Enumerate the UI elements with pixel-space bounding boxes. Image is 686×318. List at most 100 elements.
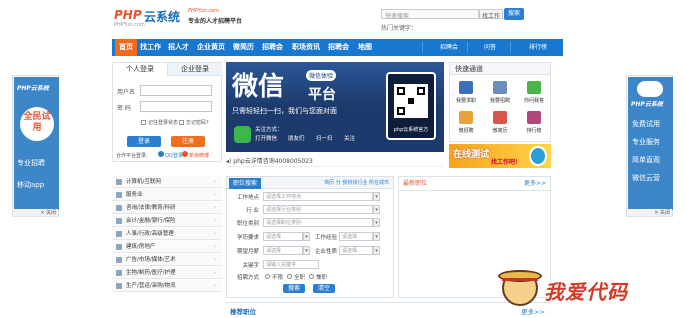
category-item[interactable]: 广告/市场/媒体/艺术 › [112, 254, 222, 266]
experience-select[interactable]: 请选择 [339, 232, 373, 241]
category-item[interactable]: 服务业 › [112, 189, 222, 201]
left-ad-trial-badge: 全民试用 [20, 107, 54, 141]
tab-job-search[interactable]: 职位搜索 [229, 178, 262, 189]
chevron-right-icon: › [213, 231, 216, 237]
latest-jobs-more-link[interactable]: 更多>> [524, 177, 546, 191]
left-side-ad[interactable]: PHP云系统 全民试用 专业招聘 移动app × 关闭 [12, 75, 59, 217]
remember-checkbox[interactable] [141, 120, 146, 125]
express-item[interactable]: 微简历 [485, 127, 515, 134]
qq-login-link[interactable]: QQ登录 [165, 152, 183, 159]
radio-fulltime[interactable] [287, 274, 292, 279]
category-label: 生物/制药/医疗/护理 [126, 270, 176, 276]
promo-text: 在线测试 [453, 150, 490, 160]
category-item[interactable]: 人事/行政/高级管理 › [112, 228, 222, 240]
express-item[interactable]: 我要招聘 [485, 97, 515, 104]
category-item[interactable]: 建筑/房地产 › [112, 241, 222, 253]
nav-home[interactable]: 首页 [115, 39, 137, 56]
weibo-icon[interactable] [182, 151, 188, 157]
company-type-select[interactable]: 请选择 [339, 246, 373, 255]
category-item[interactable]: 计算机/互联网 › [112, 176, 222, 188]
recruit-icon[interactable] [493, 81, 507, 94]
qa-icon[interactable] [527, 81, 541, 94]
reset-button[interactable]: 清空 [313, 284, 335, 293]
express-item[interactable]: 你问我答 [519, 97, 549, 104]
slogan: PHPYun.com 专业的人才招聘平台 [188, 8, 258, 25]
search-input[interactable]: 快速搜索 [381, 9, 479, 20]
nav-sub-job-fair[interactable]: 招聘会 [440, 39, 458, 56]
category-icon [116, 179, 122, 185]
nav-company-directory[interactable]: 企业黄页 [197, 39, 225, 56]
wechat-banner[interactable]: 微信 微信体验 平台 只需轻轻扫一扫，我们与您面对面 关注方式： 打开微信 朋友… [226, 62, 444, 152]
category-item[interactable]: 生产/营运/采购/物流 › [112, 280, 222, 292]
wechat-icon [234, 126, 251, 143]
tab-company-login[interactable]: 企业登录 [167, 63, 222, 76]
chevron-down-icon[interactable]: ▾ [373, 218, 380, 227]
chevron-down-icon[interactable]: ▾ [373, 246, 380, 255]
micro-resume-icon[interactable] [493, 111, 507, 124]
nav-job-fair-2[interactable]: 招聘会 [328, 39, 349, 56]
radio-any[interactable] [265, 274, 270, 279]
keyword-input[interactable]: 请输入关键字 [263, 260, 319, 269]
nav-sub-ranking[interactable]: 排行榜 [529, 39, 547, 56]
salary-label: 期望月薪 [236, 249, 259, 255]
notice-text[interactable]: php云详情咨询4008005023 [233, 158, 313, 165]
radio-fulltime-label: 全职 [294, 275, 306, 281]
category-icon [116, 270, 122, 276]
notice-bar: ◂) php云详情咨询4008005023 [226, 156, 444, 167]
nav-career-news[interactable]: 职场资讯 [292, 39, 320, 56]
chevron-right-icon: › [213, 179, 216, 185]
site-logo[interactable]: PHP 云系统 PHPYun.com [114, 6, 194, 28]
tab-personal-login[interactable]: 个人登录 [113, 63, 167, 76]
weibo-login-link[interactable]: 新浪微博 [189, 152, 209, 159]
chevron-down-icon[interactable]: ▾ [373, 192, 380, 201]
salary-select[interactable]: 请选择 [263, 246, 303, 255]
left-ad-close[interactable]: × 关闭 [13, 209, 58, 216]
watermark: 我爱代码 [488, 268, 678, 318]
nav-find-talent[interactable]: 招人才 [168, 39, 189, 56]
register-button[interactable]: 注册 [171, 136, 205, 147]
express-item[interactable]: 我要求职 [451, 97, 481, 104]
job-seek-icon[interactable] [459, 81, 473, 94]
category-item[interactable]: 生物/制药/医疗/护理 › [112, 267, 222, 279]
forgot-password-link[interactable]: 忘记密码? [186, 119, 209, 126]
login-button[interactable]: 登录 [127, 136, 161, 147]
right-ad-close[interactable]: × 关闭 [627, 209, 672, 216]
promo-banner[interactable]: 在线测试 找工作吧！ [449, 144, 551, 168]
industry-label: 行 业 [246, 208, 259, 214]
ranking-icon[interactable] [527, 111, 541, 124]
search-button[interactable]: 搜索 [504, 8, 524, 20]
work-location-input[interactable]: 请选择工作地点 [263, 192, 373, 201]
latest-jobs-header: 最新职位 更多>> [399, 177, 550, 191]
chevron-right-icon: › [213, 244, 216, 250]
category-item[interactable]: 咨询/法律/教育/科研 › [112, 202, 222, 214]
education-select[interactable]: 请选择 [263, 232, 303, 241]
nav-map[interactable]: 地图 [358, 39, 372, 56]
latest-jobs-title: 最新职位 [403, 180, 428, 187]
industry-input[interactable]: 请选择行业类别 [263, 205, 373, 214]
nav-find-job[interactable]: 找工作 [140, 39, 161, 56]
express-item[interactable]: 微招聘 [451, 127, 481, 134]
slogan-en: PHPYun.com [188, 8, 219, 14]
chevron-down-icon[interactable]: ▾ [373, 205, 380, 214]
username-input[interactable] [140, 85, 212, 96]
banner-site: php云系统官方 [393, 127, 429, 133]
chevron-right-icon: › [213, 270, 216, 276]
qq-icon[interactable] [158, 151, 164, 157]
express-item[interactable]: 排行榜 [519, 127, 549, 134]
nav-sub-qa[interactable]: 问答 [484, 39, 496, 56]
chevron-down-icon[interactable]: ▾ [373, 232, 380, 241]
left-ad-banner[interactable]: PHP云系统 全民试用 专业招聘 移动app [14, 77, 59, 210]
right-side-ad[interactable]: PHP云系统 免费试用 专业服务 简单直观 微信云营 × 关闭 [626, 75, 673, 217]
nav-micro-resume[interactable]: 微简历 [233, 39, 254, 56]
position-input[interactable]: 请选择职位类别 [263, 218, 373, 227]
search-category-select[interactable]: 找工作 [479, 9, 503, 20]
forgot-checkbox[interactable] [179, 120, 184, 125]
category-item[interactable]: 会计/金融/银行/保险 › [112, 215, 222, 227]
right-ad-banner[interactable]: PHP云系统 免费试用 专业服务 简单直观 微信云营 [628, 77, 673, 210]
search-submit-button[interactable]: 搜索 [283, 284, 305, 293]
search-form-extra[interactable]: 简历 分 我将找行业 所在城市 [324, 177, 389, 189]
nav-job-fair[interactable]: 招聘会 [262, 39, 283, 56]
micro-recruit-icon[interactable] [459, 111, 473, 124]
radio-parttime[interactable] [309, 274, 314, 279]
password-input[interactable] [140, 101, 212, 112]
